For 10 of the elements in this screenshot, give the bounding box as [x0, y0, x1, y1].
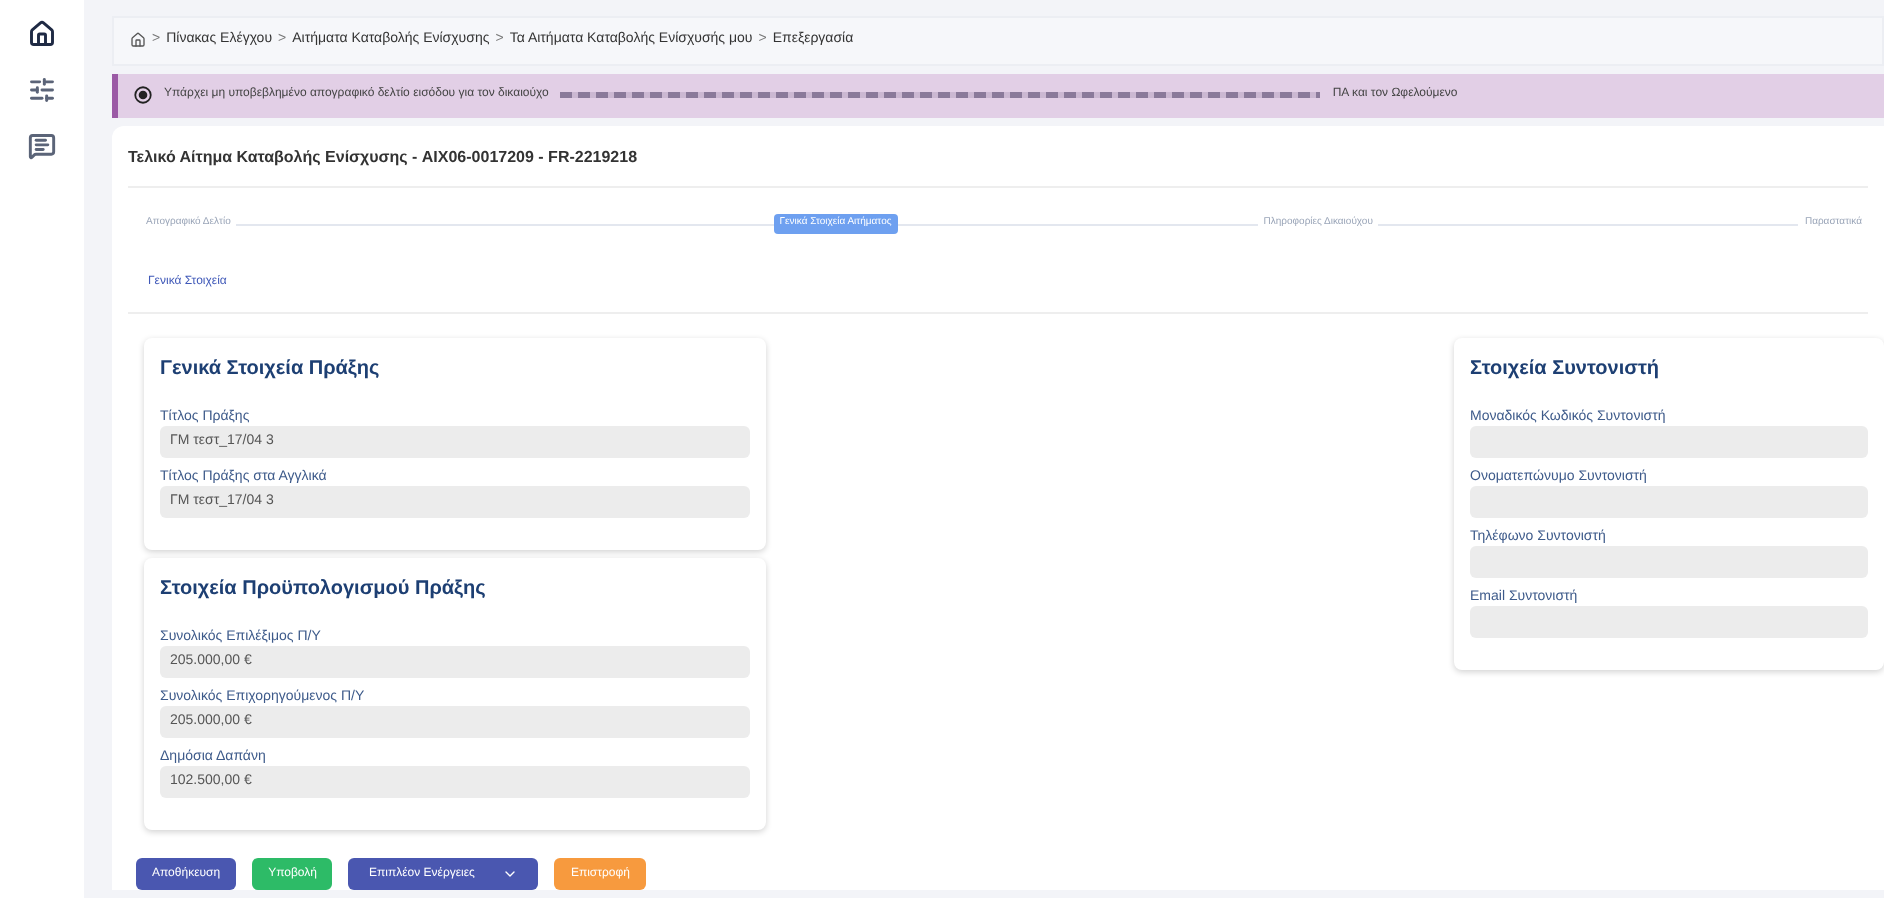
- sliders-icon[interactable]: [28, 76, 56, 104]
- page-title: Τελικό Αίτημα Καταβολής Ενίσχυσης - AIX06-0017209 - FR-2219218: [128, 146, 1868, 188]
- radio-icon: [134, 86, 152, 105]
- card-title: Στοιχεία Συντονιστή: [1470, 356, 1662, 384]
- card-title: Στοιχεία Προϋπολογισμού Πράξης: [160, 576, 488, 604]
- home-icon[interactable]: [130, 32, 146, 49]
- home-icon[interactable]: [28, 20, 56, 48]
- card-title: Γενικά Στοιχεία Πράξης: [160, 356, 382, 384]
- chat-icon[interactable]: [28, 132, 56, 160]
- caret-icon: [502, 866, 519, 882]
